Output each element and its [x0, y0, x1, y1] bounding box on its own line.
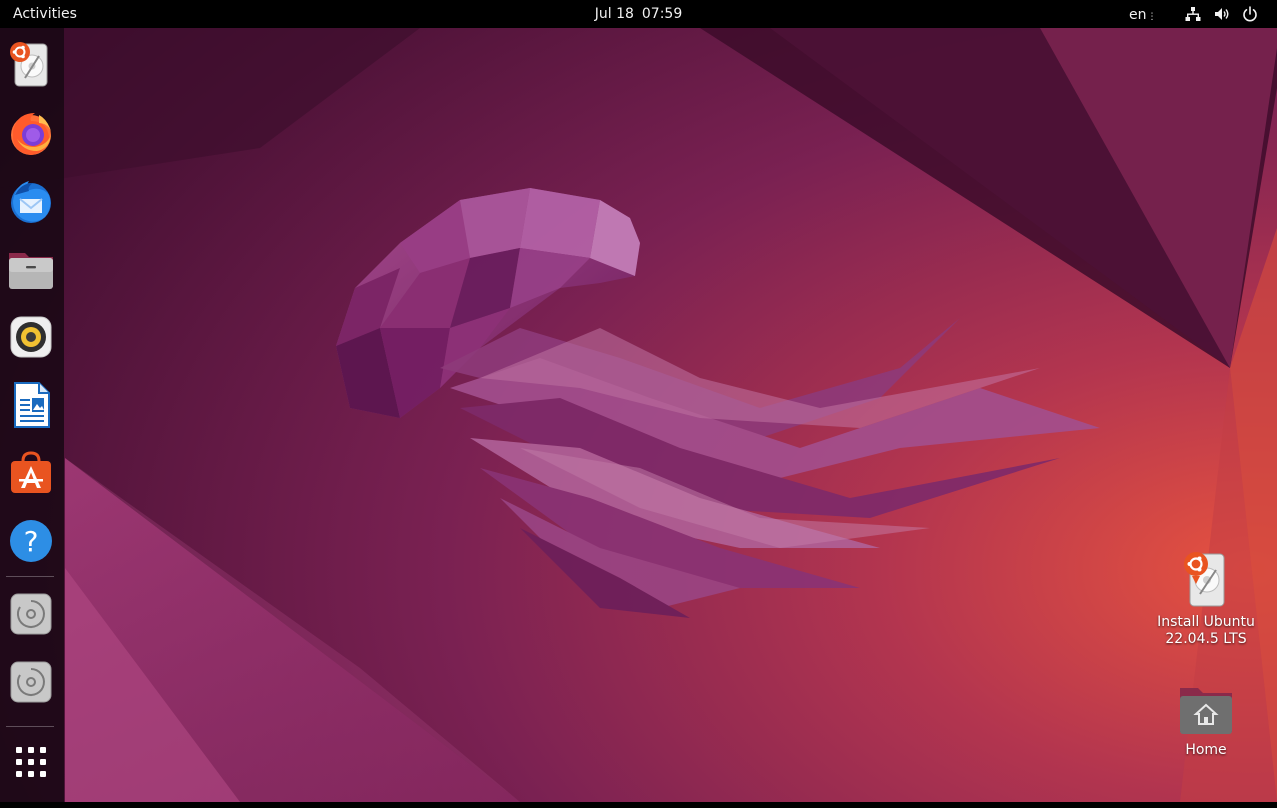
power-icon: [1243, 6, 1257, 22]
dock-item-disc-2[interactable]: [5, 656, 57, 708]
desktop-area[interactable]: Install Ubuntu 22.04.5 LTS Home: [0, 28, 1277, 802]
dock-item-thunderbird[interactable]: [5, 175, 57, 227]
dock-item-files[interactable]: [5, 243, 57, 295]
dock-item-install-ubuntu[interactable]: [5, 38, 57, 90]
show-applications-button[interactable]: [5, 736, 57, 788]
home-folder-icon: [1180, 688, 1232, 734]
screen-bottom-border: [0, 802, 1277, 808]
dock-separator: [6, 726, 54, 727]
installer-icon: [10, 42, 48, 87]
desktop-icon-label: Install Ubuntu: [1157, 614, 1255, 630]
network-wired-icon: [1185, 7, 1201, 21]
dock-item-ubuntu-software[interactable]: [5, 447, 57, 499]
optical-disc-icon: [10, 593, 52, 635]
dock-item-libreoffice-writer[interactable]: [5, 379, 57, 431]
firefox-icon: [11, 113, 51, 155]
time-label: 07:59: [641, 6, 683, 22]
jellyfish-wallpaper: [0, 28, 1277, 802]
installer-icon: [1184, 552, 1225, 607]
desktop-icon-home[interactable]: Home: [1151, 682, 1261, 759]
optical-disc-icon: [10, 661, 52, 703]
volume-icon: [1215, 8, 1229, 20]
help-icon: ?: [10, 520, 52, 562]
dock-separator: [6, 576, 54, 577]
rhythmbox-icon: [10, 316, 52, 358]
ubuntu-desktop-screen: Activities Jul 18 07:59 en⋮ Install Ubun…: [0, 0, 1277, 808]
app-grid-icon: [16, 747, 46, 777]
input-source-dot-icon: ⋮: [1147, 12, 1157, 22]
date-label: Jul 18: [594, 6, 634, 22]
svg-text:?: ?: [24, 525, 39, 558]
input-source-indicator[interactable]: en⋮: [1124, 0, 1162, 28]
top-bar: Activities Jul 18 07:59 en⋮: [0, 0, 1277, 28]
dock-item-rhythmbox[interactable]: [5, 311, 57, 363]
files-icon: [9, 253, 53, 289]
writer-icon: [14, 382, 50, 428]
dock: ?: [0, 28, 64, 802]
desktop-icon-label: Home: [1185, 742, 1227, 758]
input-source-label: en: [1129, 7, 1147, 23]
dock-item-disc-1[interactable]: [5, 588, 57, 640]
thunderbird-icon: [11, 181, 51, 223]
desktop-icon-label-version: 22.04.5 LTS: [1165, 631, 1247, 647]
desktop-icon-install-ubuntu[interactable]: Install Ubuntu 22.04.5 LTS: [1151, 550, 1261, 648]
software-icon: [11, 451, 51, 493]
date-time-menu[interactable]: Jul 18 07:59: [587, 0, 691, 28]
dock-item-firefox[interactable]: [5, 107, 57, 159]
dock-item-help[interactable]: ?: [5, 515, 57, 567]
activities-button[interactable]: Activities: [0, 0, 90, 28]
system-status-menu[interactable]: [1176, 0, 1266, 28]
